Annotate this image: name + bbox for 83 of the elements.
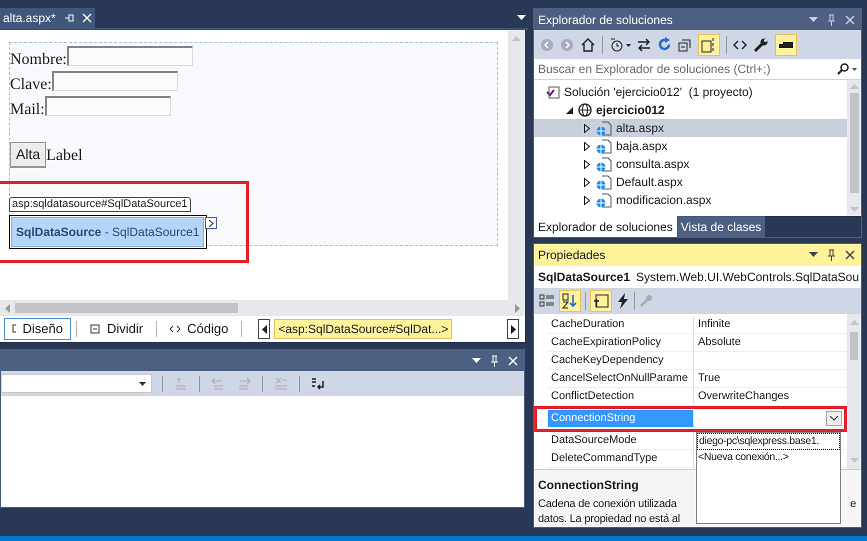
dropdown-icon[interactable]: [809, 252, 818, 258]
tree-item[interactable]: modificacion.aspx: [534, 191, 847, 209]
collapse-all-icon[interactable]: [678, 38, 692, 52]
globe-icon: [578, 103, 592, 117]
dropdown-icon[interactable]: [517, 15, 526, 21]
word-wrap-icon[interactable]: [310, 376, 326, 392]
expanded-icon[interactable]: [566, 106, 572, 114]
description-text: e: [850, 497, 856, 512]
chevron-icon[interactable]: [830, 416, 838, 421]
split-view-icon[interactable]: [90, 324, 100, 334]
next-tag-button[interactable]: [507, 319, 519, 339]
web-page-icon: [596, 192, 612, 208]
object-selector[interactable]: SqlDataSource1 System.Web.UI.WebControls.SqlDataSou: [534, 266, 861, 288]
tree-item[interactable]: Solución 'ejercicio012' (1 proyecto): [534, 83, 847, 101]
caret-icon[interactable]: [139, 382, 146, 386]
previous-tag-button[interactable]: [258, 319, 270, 339]
scrollbar[interactable]: [0, 300, 525, 316]
alphabetical-button[interactable]: [559, 290, 581, 312]
categorized-icon[interactable]: [539, 292, 555, 309]
text-input[interactable]: [66, 46, 193, 66]
property-row[interactable]: CacheDuration Infinite: [548, 316, 847, 334]
description-text: datos. La propiedad no está al: [538, 512, 680, 528]
pin-icon[interactable]: [827, 248, 836, 261]
lightning-icon[interactable]: [616, 292, 630, 309]
panel-title: Propiedades: [538, 246, 606, 264]
wrench-icon[interactable]: [753, 36, 769, 52]
web-page-icon: [596, 174, 612, 190]
breadcrumb-tag[interactable]: <asp:SqlDataSource#SqlDat...>: [274, 319, 452, 339]
control-placeholder[interactable]: SqlDataSource - SqlDataSource1: [11, 217, 204, 247]
scroll-thumb[interactable]: [850, 332, 858, 360]
view-tab[interactable]: Código: [162, 318, 236, 340]
label-text: Label: [46, 147, 83, 165]
close-icon[interactable]: [845, 250, 855, 260]
sync-icon[interactable]: [637, 38, 651, 52]
property-row[interactable]: CacheExpirationPolicy Absolute: [548, 334, 847, 352]
home-icon[interactable]: [580, 36, 596, 52]
tree-item[interactable]: baja.aspx: [534, 137, 847, 155]
smart-tag-button[interactable]: [205, 217, 218, 229]
panel-title: Explorador de soluciones: [538, 12, 673, 28]
dropdown-icon[interactable]: [472, 358, 481, 364]
tag-label: asp:sqldatasource#SqlDataSource1: [9, 197, 191, 212]
search-field[interactable]: Buscar en Explorador de soluciones (Ctrl+;): [534, 59, 861, 80]
properties-button[interactable]: [590, 290, 612, 312]
scrollbar[interactable]: [847, 80, 861, 216]
scroll-thumb[interactable]: [850, 93, 858, 193]
left-arrow-icon[interactable]: [262, 324, 267, 334]
right-arrow-icon[interactable]: [510, 324, 516, 334]
clock-icon[interactable]: [609, 36, 631, 52]
property-row[interactable]: CancelSelectOnNullParame True: [548, 370, 847, 388]
solution-icon: [546, 86, 560, 98]
submit-button[interactable]: Alta: [10, 142, 46, 168]
property-row[interactable]: CacheKeyDependency: [548, 352, 847, 370]
tree-item[interactable]: alta.aspx: [534, 119, 847, 137]
description-title: ConnectionString: [538, 477, 640, 494]
field-label: Clave:: [10, 76, 52, 94]
refresh-icon[interactable]: [657, 37, 672, 52]
dropdown-option[interactable]: diego-pc\sqlexpress.base1.: [697, 433, 840, 450]
description-text: Cadena de conexión utilizada: [538, 497, 677, 512]
web-page-icon: [596, 120, 612, 136]
chevron-icon[interactable]: [208, 220, 214, 226]
field-label: Nombre:: [10, 51, 67, 69]
field-label: Mail:: [10, 101, 45, 119]
text-input[interactable]: [44, 96, 171, 116]
search-icon[interactable]: [837, 63, 857, 75]
view-tab[interactable]: Dividir: [82, 318, 152, 340]
scroll-thumb[interactable]: [15, 303, 238, 313]
tree-item[interactable]: ejercicio012: [534, 101, 847, 119]
panel-tab[interactable]: Explorador de soluciones: [534, 216, 677, 237]
web-page-icon: [596, 156, 612, 172]
dropdown-option[interactable]: <Nueva conexión...>: [697, 450, 840, 467]
panel-tab[interactable]: Vista de clases: [676, 216, 766, 237]
property-row[interactable]: ConflictDetection OverwriteChanges: [548, 388, 847, 406]
code-icon[interactable]: [733, 38, 747, 52]
web-page-icon: [596, 138, 612, 154]
scrollbar[interactable]: [508, 30, 525, 300]
text-input[interactable]: [52, 71, 178, 91]
tree-item[interactable]: Default.aspx: [534, 173, 847, 191]
code-icon[interactable]: [170, 324, 180, 334]
design-view-icon[interactable]: [12, 324, 16, 334]
view-tab[interactable]: Diseño: [4, 318, 71, 340]
dropdown-button[interactable]: [826, 410, 842, 426]
tree-item[interactable]: consulta.aspx: [534, 155, 847, 173]
scrollbar[interactable]: [847, 314, 861, 470]
